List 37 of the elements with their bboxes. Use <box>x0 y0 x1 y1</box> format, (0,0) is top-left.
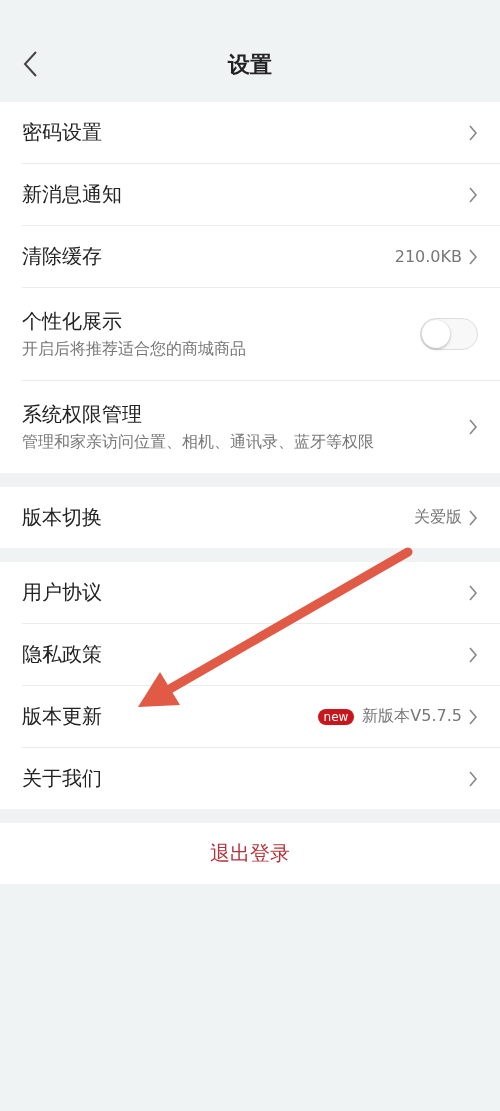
row-value: 关爱版 <box>414 507 462 528</box>
row-value: 新版本V5.7.5 <box>362 706 462 727</box>
settings-row[interactable]: 版本切换 关爱版 <box>22 487 500 548</box>
settings-row[interactable]: 系统权限管理 管理和家亲访问位置、相机、通讯录、蓝牙等权限 <box>22 381 500 473</box>
row-title: 隐私政策 <box>22 641 103 668</box>
settings-row[interactable]: 关于我们 <box>22 748 500 809</box>
settings-row[interactable]: 新消息通知 <box>22 164 500 226</box>
settings-row[interactable]: 密码设置 <box>22 102 500 164</box>
chevron-right-icon <box>468 645 478 664</box>
new-badge: new <box>317 708 355 725</box>
row-title: 新消息通知 <box>22 181 123 208</box>
row-title: 系统权限管理 <box>22 401 143 428</box>
row-title: 清除缓存 <box>22 243 103 270</box>
chevron-right-icon <box>468 707 478 726</box>
row-title: 用户协议 <box>22 579 103 606</box>
row-title: 关于我们 <box>22 765 103 792</box>
settings-row[interactable]: 用户协议 <box>22 562 500 624</box>
chevron-right-icon <box>468 185 478 204</box>
chevron-right-icon <box>468 583 478 602</box>
chevron-right-icon <box>468 123 478 142</box>
toggle-switch[interactable] <box>420 318 478 350</box>
chevron-right-icon <box>468 247 478 266</box>
settings-row[interactable]: 清除缓存 210.0KB <box>22 226 500 288</box>
chevron-right-icon <box>468 769 478 788</box>
page-title: 设置 <box>228 51 272 79</box>
logout-button[interactable]: 退出登录 <box>0 823 500 884</box>
row-title: 版本切换 <box>22 504 103 531</box>
chevron-right-icon <box>468 418 478 436</box>
row-subtitle: 管理和家亲访问位置、相机、通讯录、蓝牙等权限 <box>22 432 375 453</box>
row-value: 210.0KB <box>394 247 462 266</box>
row-title: 个性化展示 <box>22 308 123 335</box>
back-icon <box>22 50 38 78</box>
row-title: 密码设置 <box>22 119 103 146</box>
row-subtitle: 开启后将推荐适合您的商城商品 <box>22 339 247 360</box>
row-title: 版本更新 <box>22 703 103 730</box>
settings-row[interactable]: 个性化展示 开启后将推荐适合您的商城商品 <box>22 288 500 381</box>
chevron-right-icon <box>468 508 478 527</box>
